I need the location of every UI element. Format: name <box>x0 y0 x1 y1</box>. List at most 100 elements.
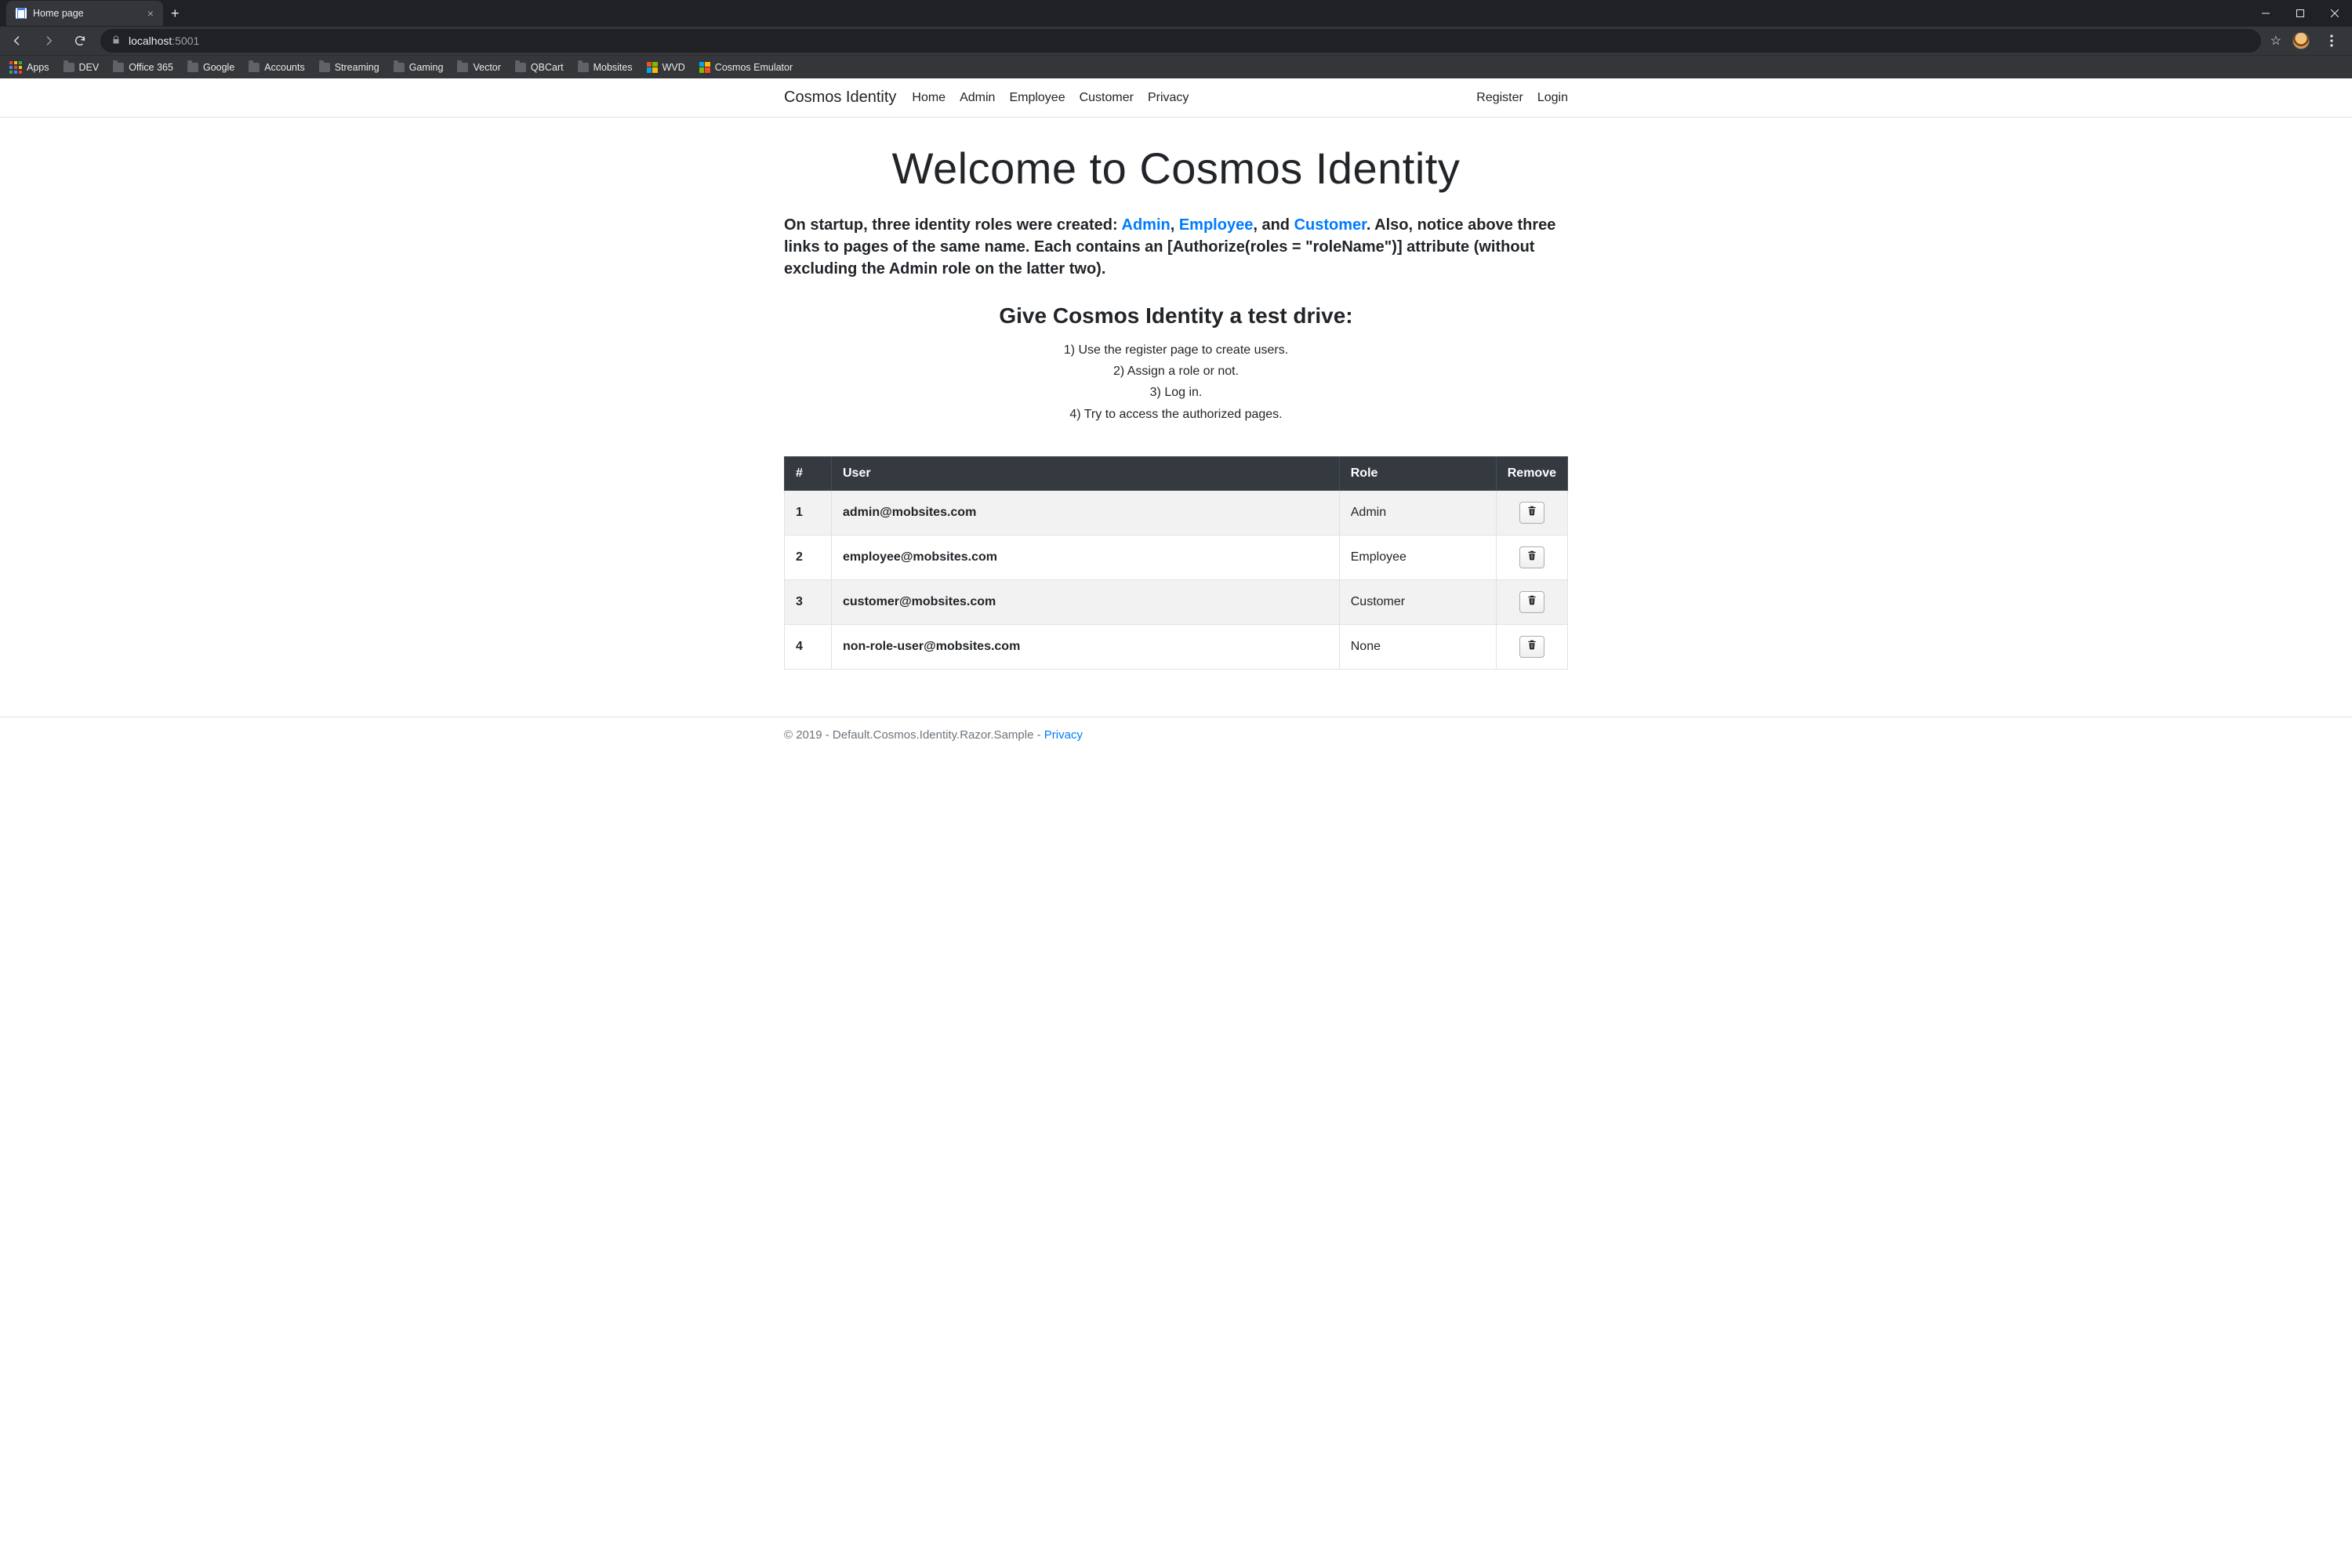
footer-text: © 2019 - Default.Cosmos.Identity.Razor.S… <box>784 728 1044 742</box>
bookmark-item[interactable]: Cosmos Emulator <box>699 62 793 73</box>
bookmark-item[interactable]: QBCart <box>515 62 564 73</box>
site-navbar: Cosmos Identity Home Admin Employee Custome… <box>0 78 2352 118</box>
row-role: Admin <box>1339 490 1496 535</box>
address-bar[interactable]: localhost:5001 <box>100 29 2261 53</box>
bookmark-label: Cosmos Emulator <box>715 62 793 73</box>
nav-link-admin[interactable]: Admin <box>960 91 995 105</box>
nav-back-button[interactable] <box>6 30 28 52</box>
folder-icon <box>249 63 260 72</box>
bookmark-item[interactable]: Streaming <box>319 62 379 73</box>
tab-title: Home page <box>33 8 141 19</box>
folder-icon <box>578 63 589 72</box>
delete-button[interactable] <box>1519 591 1544 613</box>
trash-icon <box>1526 505 1537 520</box>
col-header-num: # <box>785 456 832 490</box>
row-user: admin@mobsites.com <box>832 490 1340 535</box>
url-host: localhost <box>129 34 172 47</box>
bookmark-item[interactable]: Mobsites <box>578 62 633 73</box>
bookmark-label: WVD <box>662 62 685 73</box>
intro-link-customer[interactable]: Customer <box>1294 216 1367 234</box>
nav-link-register[interactable]: Register <box>1476 91 1523 105</box>
subtitle: Give Cosmos Identity a test drive: <box>784 303 1568 328</box>
step-item: 3) Log in. <box>784 382 1568 403</box>
intro-text: On startup, three identity roles were cr… <box>784 216 1122 234</box>
table-row: 1admin@mobsites.comAdmin <box>785 490 1568 535</box>
folder-icon <box>64 63 74 72</box>
row-index: 1 <box>785 490 832 535</box>
bookmark-item[interactable]: Google <box>187 62 234 73</box>
navbar-brand[interactable]: Cosmos Identity <box>784 89 896 107</box>
site-footer: © 2019 - Default.Cosmos.Identity.Razor.S… <box>0 717 2352 753</box>
bookmark-item[interactable]: DEV <box>64 62 100 73</box>
trash-icon <box>1526 550 1537 564</box>
window-maximize-button[interactable] <box>2283 0 2318 27</box>
intro-link-employee[interactable]: Employee <box>1179 216 1253 234</box>
ms-logo-icon <box>647 62 658 73</box>
page-title: Welcome to Cosmos Identity <box>784 132 1568 214</box>
table-row: 3customer@mobsites.comCustomer <box>785 579 1568 624</box>
nav-link-home[interactable]: Home <box>912 91 946 105</box>
steps-list: 1) Use the register page to create users… <box>784 339 1568 425</box>
profile-avatar[interactable] <box>2292 32 2310 49</box>
folder-icon <box>319 63 330 72</box>
folder-icon <box>457 63 468 72</box>
browser-toolbar: localhost:5001 ☆ <box>0 27 2352 55</box>
nav-link-privacy[interactable]: Privacy <box>1148 91 1189 105</box>
browser-tab[interactable]: Home page × <box>6 1 163 26</box>
folder-icon <box>187 63 198 72</box>
delete-button[interactable] <box>1519 546 1544 568</box>
browser-chrome: Home page × + <box>0 0 2352 78</box>
table-row: 4non-role-user@mobsites.comNone <box>785 624 1568 669</box>
nav-link-login[interactable]: Login <box>1537 91 1568 105</box>
footer-privacy-link[interactable]: Privacy <box>1044 728 1083 742</box>
nav-forward-button[interactable] <box>38 30 60 52</box>
nav-reload-button[interactable] <box>69 30 91 52</box>
col-header-role: Role <box>1339 456 1496 490</box>
tab-strip: Home page × + <box>0 0 2352 27</box>
page-content: Welcome to Cosmos Identity On startup, t… <box>784 118 1568 670</box>
bookmark-item[interactable]: Gaming <box>394 62 444 73</box>
row-index: 3 <box>785 579 832 624</box>
tab-close-icon[interactable]: × <box>147 7 154 20</box>
row-role: None <box>1339 624 1496 669</box>
bookmarks-bar: Apps DEV Office 365 Google Accounts Streamin… <box>0 55 2352 78</box>
table-row: 2employee@mobsites.comEmployee <box>785 535 1568 579</box>
favicon-icon <box>16 8 27 19</box>
bookmark-label: Streaming <box>335 62 379 73</box>
intro-paragraph: On startup, three identity roles were cr… <box>784 214 1568 280</box>
bookmark-item[interactable]: Accounts <box>249 62 304 73</box>
delete-button[interactable] <box>1519 636 1544 658</box>
window-close-button[interactable] <box>2318 0 2352 27</box>
bookmark-item[interactable]: Office 365 <box>113 62 173 73</box>
url-port: :5001 <box>172 34 199 47</box>
apps-shortcut[interactable]: Apps <box>9 61 49 74</box>
nav-link-customer[interactable]: Customer <box>1080 91 1134 105</box>
row-index: 4 <box>785 624 832 669</box>
folder-icon <box>113 63 124 72</box>
bookmark-label: Office 365 <box>129 62 173 73</box>
bookmark-item[interactable]: WVD <box>647 62 685 73</box>
window-controls <box>2249 0 2352 27</box>
delete-button[interactable] <box>1519 502 1544 524</box>
row-user: non-role-user@mobsites.com <box>832 624 1340 669</box>
bookmark-star-icon[interactable]: ☆ <box>2270 33 2281 49</box>
intro-link-admin[interactable]: Admin <box>1122 216 1171 234</box>
apps-grid-icon <box>9 61 22 74</box>
apps-label: Apps <box>27 62 49 73</box>
row-user: employee@mobsites.com <box>832 535 1340 579</box>
kebab-menu-icon[interactable] <box>2321 30 2343 52</box>
nav-link-employee[interactable]: Employee <box>1009 91 1065 105</box>
bookmark-label: Vector <box>473 62 500 73</box>
row-role: Customer <box>1339 579 1496 624</box>
row-user: customer@mobsites.com <box>832 579 1340 624</box>
bookmark-item[interactable]: Vector <box>457 62 500 73</box>
bookmark-label: QBCart <box>531 62 564 73</box>
cosmos-logo-icon <box>699 62 710 73</box>
bookmark-label: Accounts <box>264 62 304 73</box>
row-role: Employee <box>1339 535 1496 579</box>
col-header-user: User <box>832 456 1340 490</box>
bookmark-label: Google <box>203 62 234 73</box>
new-tab-button[interactable]: + <box>171 6 180 20</box>
window-minimize-button[interactable] <box>2249 0 2283 27</box>
col-header-remove: Remove <box>1496 456 1567 490</box>
